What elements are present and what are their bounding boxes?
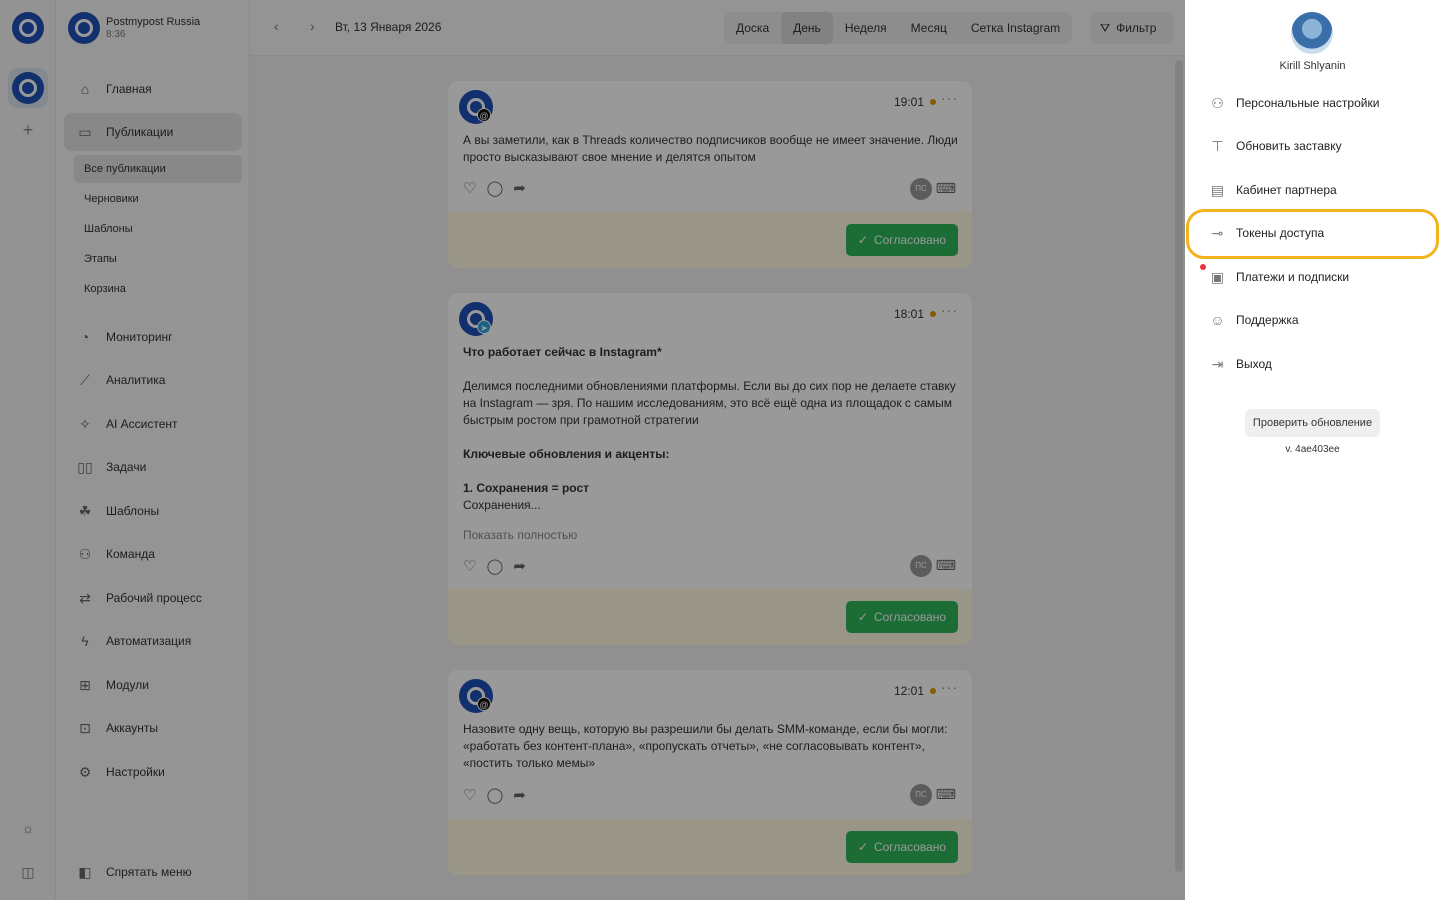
paint-roller-icon: ⊤ [1211,137,1224,154]
receipt-icon: ▣ [1210,268,1225,285]
user-name: Kirill Shlyanin [1279,60,1346,72]
user-avatar[interactable] [1291,12,1333,54]
user-icon: ⚇ [1211,94,1224,111]
menu-item-partner-cabinet[interactable]: ▤ Кабинет партнера [1199,171,1431,209]
partner-icon: ▤ [1210,181,1225,198]
menu-item-personal-settings[interactable]: ⚇ Персональные настройки [1199,84,1431,122]
modal-backdrop[interactable] [0,0,1185,900]
access-tokens-highlight [1186,209,1439,259]
menu-item-update-splash[interactable]: ⊤ Обновить заставку [1199,127,1431,165]
check-update-button[interactable]: Проверить обновление [1245,409,1380,437]
menu-item-support[interactable]: ☺ Поддержка [1199,301,1431,339]
notification-dot [1200,264,1206,270]
chat-smile-icon: ☺ [1210,312,1225,328]
logout-icon: ⇥ [1211,355,1224,372]
menu-item-payments[interactable]: ▣ Платежи и подписки [1199,258,1431,296]
app-version: v. 4ae403ee [1285,444,1340,455]
menu-item-logout[interactable]: ⇥ Выход [1199,345,1431,383]
